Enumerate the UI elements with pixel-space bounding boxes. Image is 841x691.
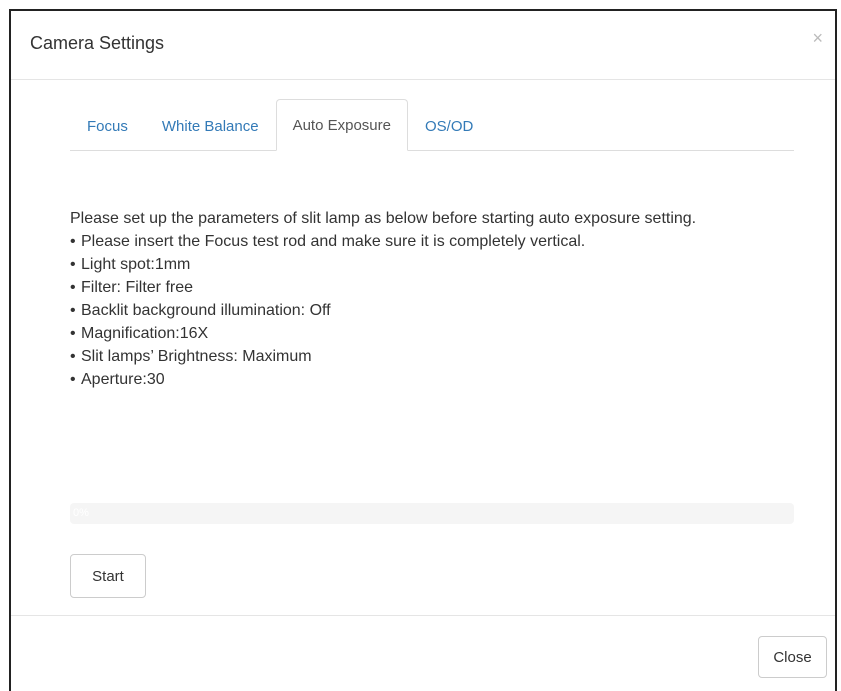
dialog-header: Camera Settings × [11, 11, 835, 80]
list-item: Backlit background illumination: Off [70, 299, 790, 322]
start-button[interactable]: Start [70, 554, 146, 598]
settings-tabs: Focus White Balance Auto Exposure OS/OD [70, 99, 794, 151]
instructions-intro: Please set up the parameters of slit lam… [70, 210, 697, 227]
list-item: Light spot:1mm [70, 253, 790, 276]
close-button[interactable]: Close [758, 636, 827, 678]
footer-divider [11, 615, 835, 616]
tab-white-balance[interactable]: White Balance [145, 101, 276, 151]
list-item: Slit lamps’ Brightness: Maximum [70, 345, 790, 368]
list-item: Aperture:30 [70, 368, 790, 391]
list-item: Filter: Filter free [70, 276, 790, 299]
progress-label: 0% [73, 507, 89, 519]
tab-focus[interactable]: Focus [70, 101, 145, 151]
list-item: Please insert the Focus test rod and mak… [70, 230, 790, 253]
camera-settings-dialog: Camera Settings × Focus White Balance Au… [9, 9, 837, 691]
close-icon[interactable]: × [812, 29, 823, 47]
exposure-progress-bar: 0% [70, 503, 794, 524]
list-item: Magnification:16X [70, 322, 790, 345]
tab-auto-exposure[interactable]: Auto Exposure [275, 99, 408, 151]
dialog-title: Camera Settings [30, 33, 165, 53]
auto-exposure-instructions: Please set up the parameters of slit lam… [70, 207, 790, 391]
tab-os-od[interactable]: OS/OD [408, 101, 490, 151]
parameter-list: Please insert the Focus test rod and mak… [70, 230, 790, 391]
